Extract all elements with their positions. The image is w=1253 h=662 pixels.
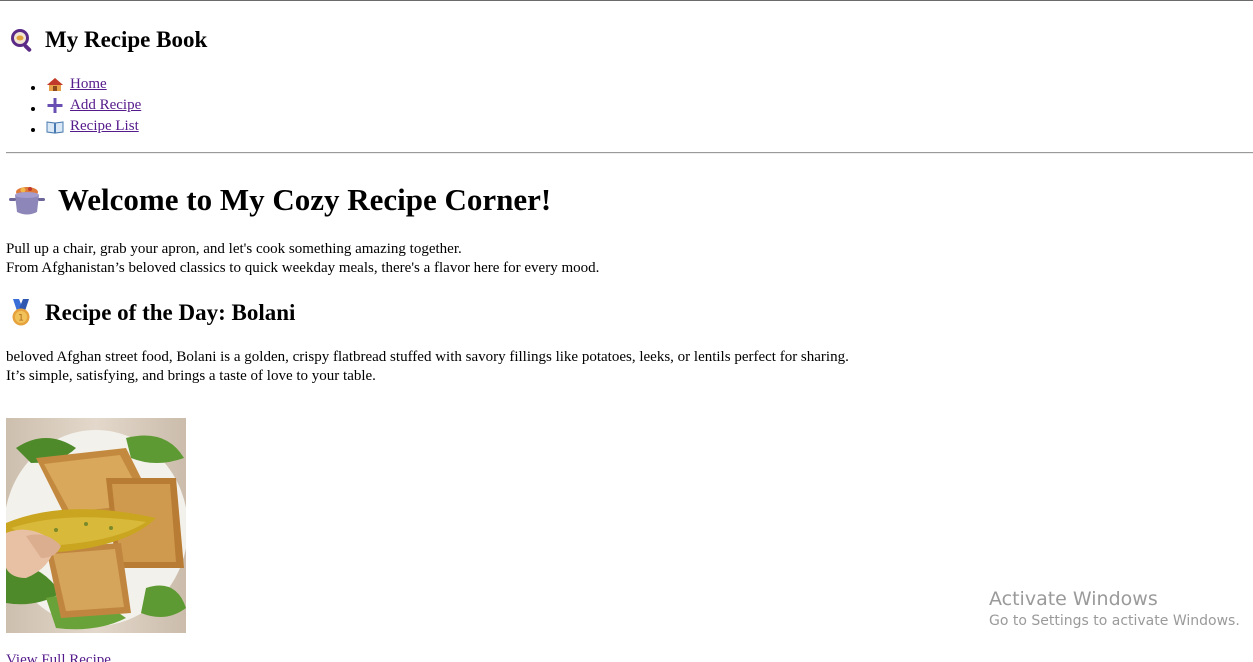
intro-text: Pull up a chair, grab your apron, and le… — [6, 240, 599, 278]
nav-item-add-recipe: Add Recipe — [46, 95, 141, 116]
magnifier-recipe-icon — [11, 29, 32, 52]
watermark-title: Activate Windows — [989, 588, 1158, 610]
hero-title: Welcome to My Cozy Recipe Corner! — [58, 182, 552, 217]
recipe-of-day-heading: 1 Recipe of the Day: Bolani — [8, 298, 295, 328]
recipe-list-link-label: Recipe List — [70, 118, 139, 134]
open-book-icon — [46, 121, 64, 134]
windows-activation-watermark: Activate Windows Go to Settings to activ… — [989, 588, 1240, 632]
nav-item-recipe-list: Recipe List — [46, 116, 141, 137]
home-link-label: Home — [70, 76, 107, 92]
recipe-description: beloved Afghan street food, Bolani is a … — [6, 348, 849, 386]
add-recipe-link-label: Add Recipe — [70, 97, 142, 113]
recipe-description-line-1: beloved Afghan street food, Bolani is a … — [6, 349, 849, 365]
view-full-recipe-link[interactable]: View Full Recipe — [6, 652, 111, 662]
main-nav: Home Add Recipe Recipe List — [28, 74, 141, 137]
recipe-description-line-2: It’s simple, satisfying, and brings a ta… — [6, 368, 376, 384]
bolani-photo-image — [6, 418, 186, 633]
house-icon — [47, 78, 63, 91]
top-border — [0, 0, 1253, 1]
home-link[interactable]: Home — [46, 74, 107, 95]
cooking-pot-icon — [9, 187, 45, 215]
site-header: My Recipe Book — [8, 24, 207, 56]
add-recipe-link[interactable]: Add Recipe — [46, 95, 141, 116]
intro-line-1: Pull up a chair, grab your apron, and le… — [6, 241, 462, 257]
nav-item-home: Home — [46, 74, 141, 95]
section-divider — [6, 152, 1253, 154]
medal-icon: 1 — [12, 299, 30, 326]
watermark-subtitle: Go to Settings to activate Windows. — [989, 613, 1240, 629]
recipe-of-day-title: Recipe of the Day: Bolani — [45, 300, 296, 325]
recipe-list-link[interactable]: Recipe List — [46, 116, 139, 137]
hero-heading: Welcome to My Cozy Recipe Corner! — [8, 180, 551, 220]
bolani-photo — [6, 418, 186, 633]
intro-line-2: From Afghanistan’s beloved classics to q… — [6, 260, 600, 276]
site-title: My Recipe Book — [45, 27, 208, 52]
plus-icon — [47, 98, 63, 113]
svg-text:1: 1 — [18, 314, 24, 324]
